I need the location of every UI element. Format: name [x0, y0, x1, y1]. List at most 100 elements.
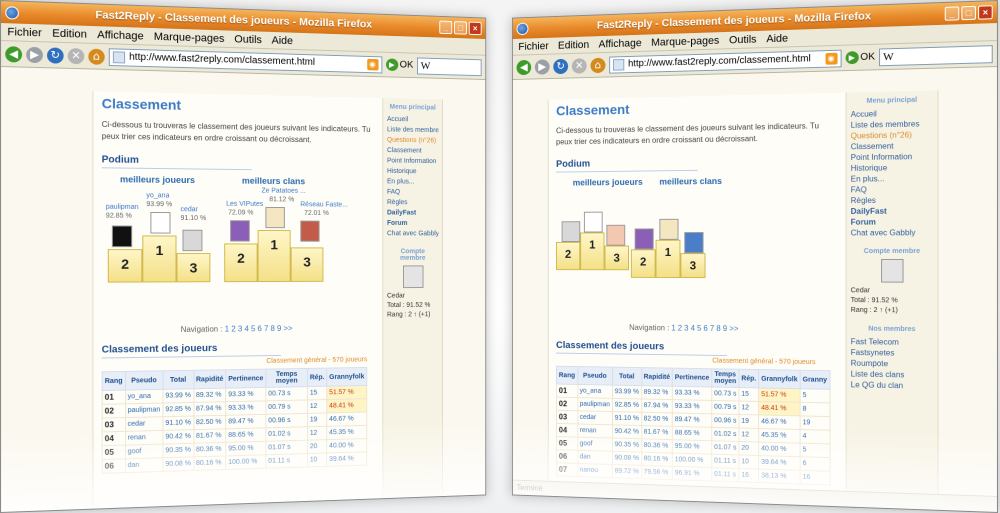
sidebar-item-chat[interactable]: Chat avec Gabbly: [387, 229, 438, 240]
maximize-button[interactable]: □: [454, 21, 467, 35]
sidebar-item-dailyfast[interactable]: DailyFast: [851, 205, 934, 216]
player-3-name[interactable]: cedar: [181, 206, 198, 213]
menu-edition[interactable]: Edition: [52, 27, 87, 40]
pseudo-cell[interactable]: dan: [125, 457, 163, 473]
clan-1-emblem[interactable]: [265, 206, 285, 229]
sidebar-item-faq[interactable]: FAQ: [387, 187, 438, 198]
url-text[interactable]: http://www.fast2reply.com/classement.htm…: [129, 52, 363, 69]
player-1-name[interactable]: yo_ana: [146, 192, 169, 199]
player-3-avatar[interactable]: [182, 229, 203, 252]
rss-icon[interactable]: ◉: [825, 52, 838, 65]
pseudo-cell[interactable]: dan: [577, 450, 613, 465]
home-icon[interactable]: ⌂: [88, 48, 105, 65]
rss-icon[interactable]: ◉: [366, 58, 379, 71]
sidebar-item-forum[interactable]: Forum: [851, 216, 934, 227]
col-grannyfolk[interactable]: Grannyfolk: [326, 367, 367, 387]
menu-fichier[interactable]: Fichier: [7, 26, 42, 39]
menu-outils[interactable]: Outils: [729, 33, 756, 45]
pseudo-cell[interactable]: renan: [125, 430, 163, 446]
address-bar[interactable]: http://www.fast2reply.com/classement.htm…: [609, 49, 842, 74]
menu-affichage[interactable]: Affichage: [97, 29, 143, 42]
col-granny[interactable]: Granny: [800, 370, 830, 390]
sidebar-item-historique[interactable]: Historique: [387, 166, 438, 177]
forward-arrow-icon[interactable]: ▶: [26, 46, 43, 63]
player-1-avatar[interactable]: [583, 211, 603, 233]
member-name[interactable]: Cedar: [851, 286, 934, 296]
menu-marque-pages[interactable]: Marque-pages: [154, 31, 225, 45]
search-input[interactable]: W: [879, 44, 993, 66]
clan-3-emblem[interactable]: [684, 232, 704, 254]
maximize-button[interactable]: □: [961, 5, 976, 21]
col-total[interactable]: Total: [612, 367, 642, 386]
navigation-pages[interactable]: 1 2 3 4 5 6 7 8 9 >>: [671, 324, 738, 333]
member-avatar[interactable]: [880, 258, 904, 283]
col-rang[interactable]: Rang: [556, 366, 578, 385]
menu-aide[interactable]: Aide: [766, 32, 788, 44]
menu-edition[interactable]: Edition: [558, 39, 589, 51]
url-text[interactable]: http://www.fast2reply.com/classement.htm…: [628, 53, 821, 70]
close-button[interactable]: ×: [978, 5, 993, 20]
menu-marque-pages[interactable]: Marque-pages: [651, 35, 719, 49]
menu-aide[interactable]: Aide: [272, 34, 293, 46]
close-button[interactable]: ×: [468, 21, 482, 36]
menu-outils[interactable]: Outils: [234, 33, 262, 45]
menu-fichier[interactable]: Fichier: [518, 40, 548, 52]
member-name[interactable]: Cedar: [387, 292, 438, 302]
stop-icon[interactable]: ✕: [571, 57, 587, 74]
address-bar[interactable]: http://www.fast2reply.com/classement.htm…: [108, 47, 382, 73]
sidebar-item-en-plus[interactable]: En plus...: [387, 177, 438, 188]
members-list-item[interactable]: Le QG du clan: [851, 379, 934, 391]
go-button[interactable]: ▶ OK: [845, 51, 875, 65]
col-rapidite[interactable]: Rapidité: [193, 369, 226, 389]
clan-2-emblem[interactable]: [634, 228, 654, 250]
sidebar-item-chat[interactable]: Chat avec Gabbly: [851, 227, 934, 238]
sidebar-item-forum[interactable]: Forum: [387, 218, 438, 229]
pseudo-cell[interactable]: cedar: [125, 416, 163, 432]
sidebar-item-dailyfast[interactable]: DailyFast: [387, 208, 438, 219]
pseudo-cell[interactable]: paulipman: [577, 397, 613, 412]
player-1-avatar[interactable]: [150, 211, 171, 234]
col-grannyfolk[interactable]: Grannyfolk: [758, 369, 801, 389]
reload-icon[interactable]: ↻: [47, 46, 64, 64]
menu-affichage[interactable]: Affichage: [599, 37, 642, 50]
clan-1-name[interactable]: Ze Patatoes ...: [262, 188, 306, 195]
col-rapidite[interactable]: Rapidité: [641, 367, 673, 387]
col-rang[interactable]: Rang: [102, 371, 126, 391]
sidebar-item-point-info[interactable]: Point Information: [387, 156, 438, 167]
sidebar-item-regles[interactable]: Règles: [851, 195, 934, 207]
pseudo-cell[interactable]: goof: [577, 437, 613, 452]
forward-arrow-icon[interactable]: ▶: [534, 58, 550, 75]
col-pertinence[interactable]: Pertinence: [672, 368, 712, 388]
pseudo-cell[interactable]: goof: [125, 444, 163, 459]
member-avatar[interactable]: [402, 265, 424, 289]
minimize-button[interactable]: _: [439, 20, 453, 35]
pseudo-cell[interactable]: nanou: [577, 463, 613, 478]
pseudo-cell[interactable]: paulipman: [125, 403, 163, 418]
pseudo-cell[interactable]: yo_ana: [577, 384, 613, 399]
player-2-avatar[interactable]: [111, 225, 133, 248]
sidebar-item-faq[interactable]: FAQ: [851, 184, 934, 196]
col-rep[interactable]: Rép.: [738, 369, 759, 388]
minimize-button[interactable]: _: [944, 6, 960, 21]
clan-1-emblem[interactable]: [659, 218, 679, 240]
col-rep[interactable]: Rép.: [307, 368, 327, 387]
col-pseudo[interactable]: Pseudo: [577, 366, 613, 386]
player-2-name[interactable]: paulipman: [106, 204, 139, 211]
sidebar-item-en-plus[interactable]: En plus...: [851, 173, 934, 185]
search-input[interactable]: W: [416, 56, 482, 76]
pseudo-cell[interactable]: yo_ana: [125, 389, 163, 404]
page-viewport[interactable]: Classement Ci-dessous tu trouveras le cl…: [512, 89, 997, 512]
col-pseudo[interactable]: Pseudo: [125, 370, 163, 391]
stop-icon[interactable]: ✕: [67, 47, 85, 64]
sidebar-item-classement[interactable]: Classement: [387, 145, 438, 156]
clan-3-emblem[interactable]: [300, 220, 320, 242]
col-total[interactable]: Total: [162, 370, 194, 390]
player-3-avatar[interactable]: [606, 224, 626, 246]
clan-2-name[interactable]: Les VIPutes: [226, 201, 263, 208]
back-arrow-icon[interactable]: ◀: [5, 45, 23, 63]
clan-2-emblem[interactable]: [230, 220, 250, 242]
col-pertinence[interactable]: Pertinence: [225, 369, 266, 389]
col-temps[interactable]: Temps moyen: [711, 368, 739, 388]
page-viewport[interactable]: Classement Ci-dessous tu trouveras le cl…: [1, 89, 486, 512]
pseudo-cell[interactable]: cedar: [577, 410, 613, 425]
